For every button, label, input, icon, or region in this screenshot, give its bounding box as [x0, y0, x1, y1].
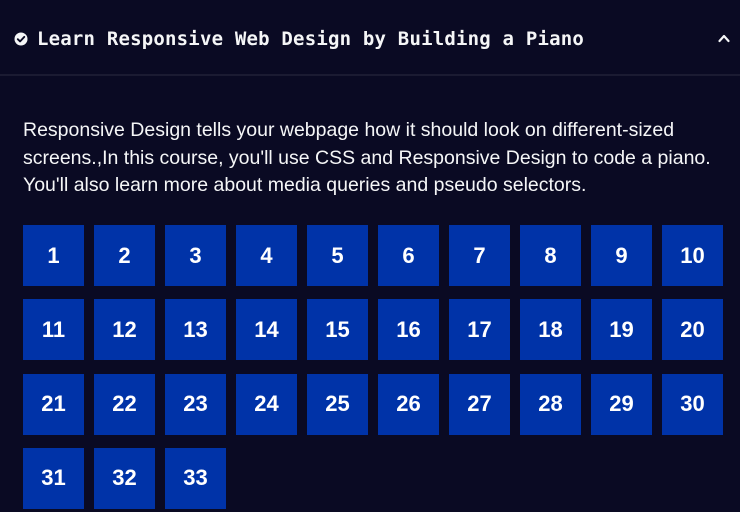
step-button[interactable]: 1: [23, 225, 84, 286]
step-button[interactable]: 24: [236, 373, 297, 435]
course-title[interactable]: Learn Responsive Web Design by Building …: [37, 26, 584, 52]
step-button[interactable]: 8: [520, 225, 581, 286]
step-button[interactable]: 7: [449, 225, 510, 286]
step-button[interactable]: 12: [94, 299, 155, 361]
step-button[interactable]: 6: [378, 225, 439, 286]
description-line: Responsive Design tells your webpage how…: [23, 119, 675, 141]
step-button[interactable]: 33: [165, 447, 226, 509]
check-circle-icon: [14, 32, 28, 46]
step-button[interactable]: 31: [23, 447, 84, 509]
step-grid: 1 2 3 4 5 6 7 8 9 10 11 12 13 14 15 16 17 18 19 20 21 22 23 24 2…: [23, 225, 723, 509]
step-button[interactable]: 16: [378, 299, 439, 361]
step-button[interactable]: 13: [165, 299, 226, 361]
step-button[interactable]: 4: [236, 225, 297, 286]
step-button[interactable]: 15: [307, 299, 368, 361]
step-button[interactable]: 14: [236, 299, 297, 361]
step-button[interactable]: 11: [23, 299, 84, 361]
step-button[interactable]: 18: [520, 299, 581, 361]
step-button[interactable]: 5: [307, 225, 368, 286]
step-button[interactable]: 26: [378, 373, 439, 435]
step-button[interactable]: 25: [307, 373, 368, 435]
step-button[interactable]: 28: [520, 373, 581, 435]
description-line: screens.,In this course, you'll use CSS …: [23, 146, 711, 169]
step-button[interactable]: 22: [94, 373, 155, 435]
step-button[interactable]: 17: [449, 299, 510, 361]
step-button[interactable]: 2: [94, 225, 155, 286]
step-button[interactable]: 21: [23, 373, 84, 435]
step-button[interactable]: 10: [662, 225, 723, 286]
course-description: Responsive Design tells your webpage how…: [23, 117, 735, 200]
description-line: You'll also learn more about media queri…: [23, 174, 587, 196]
step-button[interactable]: 32: [94, 447, 155, 509]
step-button[interactable]: 20: [662, 299, 723, 361]
step-button[interactable]: 30: [662, 373, 723, 435]
step-button[interactable]: 29: [591, 373, 652, 435]
step-button[interactable]: 19: [591, 299, 652, 361]
course-header[interactable]: Learn Responsive Web Design by Building …: [0, 0, 740, 76]
chevron-up-icon[interactable]: [717, 32, 731, 44]
step-button[interactable]: 23: [165, 373, 226, 435]
step-button[interactable]: 3: [165, 225, 226, 286]
step-button[interactable]: 9: [591, 225, 652, 286]
step-button[interactable]: 27: [449, 373, 510, 435]
